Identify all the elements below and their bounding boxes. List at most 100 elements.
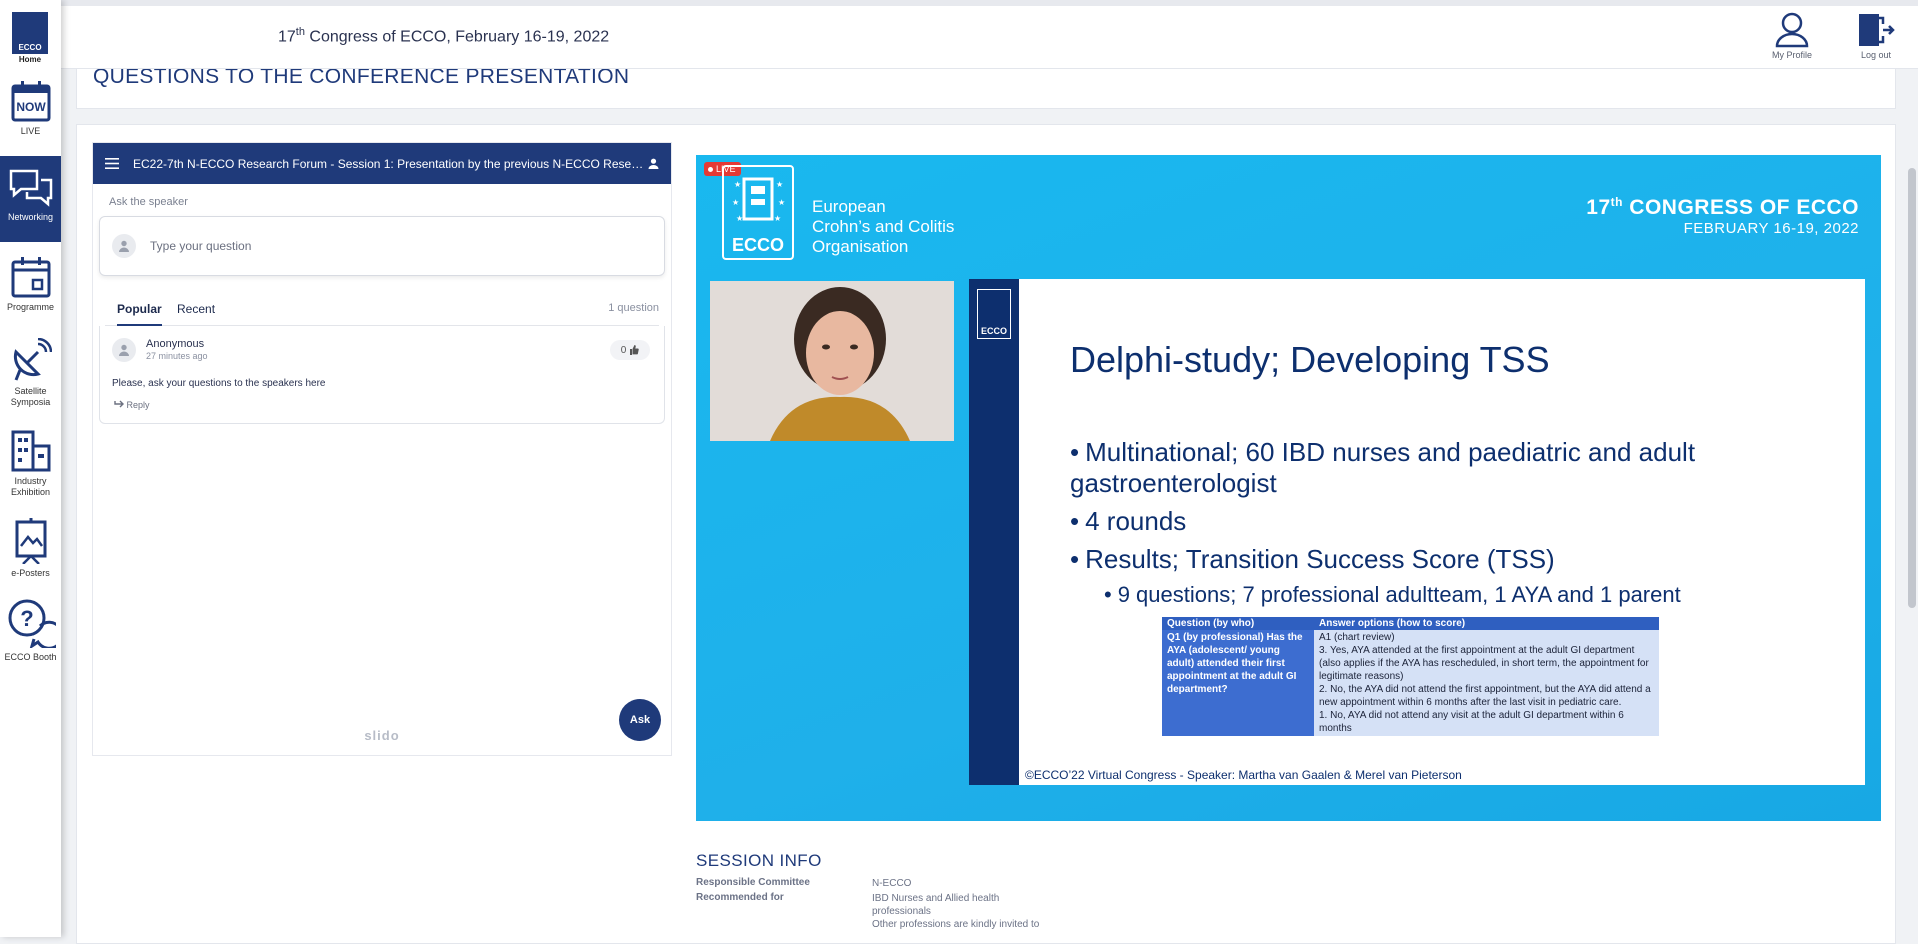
sidebar-item-programme[interactable]: Programme — [0, 256, 61, 340]
chat-bubbles-icon — [9, 169, 52, 207]
info-value: IBD Nurses and Allied health professiona… — [872, 893, 1040, 930]
user-icon[interactable] — [648, 158, 659, 169]
thumbs-up-icon — [630, 345, 639, 355]
logout-door-icon — [1859, 14, 1895, 46]
sidebar-item-label: Satellite Symposia — [10, 386, 51, 407]
slide-mini-logo: ECCO — [977, 289, 1011, 339]
user-icon — [1775, 12, 1809, 48]
svg-text:★: ★ — [734, 180, 741, 189]
reply-button[interactable]: Reply — [114, 400, 150, 410]
ask-speaker-label: Ask the speaker — [109, 196, 188, 208]
question-count: 1 question — [608, 302, 659, 314]
svg-text:★: ★ — [736, 214, 743, 223]
ecco-logo-icon: ★ ★ ★ ★ ★ ★ ECCO — [722, 165, 794, 260]
table-header: Answer options (how to score) — [1314, 617, 1659, 630]
session-info: SESSION INFO Responsible Committee N-ECC… — [696, 851, 1039, 930]
question-tabs: Popular Recent 1 question — [105, 294, 659, 326]
svg-text:?: ? — [20, 606, 33, 631]
author-name: Anonymous — [146, 338, 205, 350]
user-icon — [119, 240, 129, 252]
home-logo[interactable]: ECCO Home — [11, 12, 49, 66]
avatar — [112, 338, 136, 362]
speaker-portrait — [710, 281, 954, 441]
question-author: Anonymous 27 minutes ago — [112, 338, 208, 362]
poster-icon — [15, 518, 46, 564]
now-calendar-icon: NOW — [11, 81, 50, 122]
my-profile-button[interactable]: My Profile — [1756, 12, 1828, 60]
sidebar-item-live[interactable]: NOW LIVE — [0, 80, 61, 164]
page-scrollbar[interactable] — [1908, 168, 1916, 608]
slide-title: Delphi-study; Developing TSS — [1070, 339, 1550, 380]
slido-panel: EC22-7th N-ECCO Research Forum - Session… — [92, 142, 672, 756]
slide-bullet: 4 rounds — [1070, 506, 1830, 537]
list-item: Anonymous 27 minutes ago 0 Please, ask y… — [99, 326, 665, 424]
congress-title: 17th Congress of ECCO, February 16-19, 2… — [278, 26, 610, 46]
hamburger-menu-icon[interactable] — [105, 158, 119, 169]
question-input[interactable]: Type your question — [99, 216, 665, 276]
slide-bullet: Multinational; 60 IBD nurses and paediat… — [1070, 437, 1830, 499]
tab-recent[interactable]: Recent — [177, 302, 215, 316]
reply-arrow-icon — [114, 400, 124, 408]
reply-label: Reply — [126, 400, 150, 410]
sidebar-item-e-posters[interactable]: e-Posters — [0, 518, 61, 602]
table-header: Question (by who) — [1162, 617, 1314, 630]
sidebar-item-industry-exhibition[interactable]: Industry Exhibition — [0, 430, 61, 514]
sidebar-item-networking[interactable]: Networking — [0, 156, 61, 242]
like-count: 0 — [620, 344, 627, 356]
congress-banner: 17th CONGRESS OF ECCO FEBRUARY 16-19, 20… — [1586, 195, 1859, 237]
tab-popular[interactable]: Popular — [117, 302, 162, 326]
presentation-slide: ECCO Delphi-study; Developing TSS Multin… — [969, 279, 1865, 785]
question-placeholder: Type your question — [150, 239, 252, 253]
sidebar-item-label: LIVE — [20, 126, 41, 136]
question-text: Please, ask your questions to the speake… — [112, 378, 326, 389]
satellite-dish-icon — [13, 338, 52, 381]
logout-label: Log out — [1860, 50, 1892, 60]
slide-bullet: Results; Transition Success Score (TSS) — [1070, 544, 1830, 575]
calendar-icon — [11, 257, 50, 298]
svg-text:NOW: NOW — [16, 100, 46, 114]
organisation-name: European Crohn’s and Colitis Organisatio… — [812, 197, 955, 256]
speaker-webcam — [710, 281, 954, 441]
slide-table: Question (by who) Answer options (how to… — [1162, 617, 1659, 736]
sidebar-item-label: ECCO Booth — [4, 652, 57, 662]
svg-text:★: ★ — [776, 180, 783, 189]
sidebar-item-label: Networking — [7, 212, 54, 222]
svg-text:★: ★ — [778, 198, 785, 207]
buildings-icon — [11, 430, 50, 472]
info-value: N-ECCO — [872, 878, 912, 889]
session-info-title: SESSION INFO — [696, 851, 822, 870]
table-cell-answers: A1 (chart review) 3. Yes, AYA attended a… — [1314, 630, 1659, 736]
ask-button[interactable]: Ask — [619, 699, 661, 741]
ecco-logo-icon: ECCO — [12, 12, 48, 54]
table-header-row: Question (by who) Answer options (how to… — [1162, 617, 1659, 630]
table-row: Q1 (by professional) Has the AYA (adoles… — [1162, 630, 1659, 736]
avatar — [112, 234, 136, 258]
like-button[interactable]: 0 — [610, 340, 650, 360]
svg-text:★: ★ — [732, 198, 739, 207]
slide-bullets: Multinational; 60 IBD nurses and paediat… — [1070, 437, 1830, 615]
logo-text: ECCO — [18, 43, 42, 52]
video-player[interactable]: LIVE ★ ★ ★ ★ ★ ★ ECCO European Crohn’s and Co… — [696, 155, 1881, 821]
sidebar-item-label: Industry Exhibition — [10, 476, 51, 497]
sidebar-item-label: Programme — [6, 302, 54, 312]
slido-brand: slido — [364, 728, 400, 743]
slido-header: EC22-7th N-ECCO Research Forum - Session… — [93, 143, 671, 184]
table-cell-question: Q1 (by professional) Has the AYA (adoles… — [1162, 630, 1314, 736]
question-bubble-icon: ? — [8, 599, 56, 648]
user-icon — [119, 344, 129, 356]
svg-text:★: ★ — [774, 214, 781, 223]
slide-band: ECCO — [969, 279, 1019, 785]
logout-button[interactable]: Log out — [1840, 12, 1912, 60]
sidebar-item-ecco-booth[interactable]: ? ECCO Booth — [0, 598, 61, 682]
slido-session-title: EC22-7th N-ECCO Research Forum - Session… — [133, 156, 648, 171]
info-key: Recommended for — [696, 892, 784, 903]
sidebar-item-satellite-symposia[interactable]: Satellite Symposia — [0, 338, 61, 422]
question-time: 27 minutes ago — [146, 351, 208, 361]
slide-footer: ©ECCO’22 Virtual Congress - Speaker: Mar… — [1025, 768, 1462, 782]
sidebar-item-label: e-Posters — [11, 568, 50, 578]
info-key: Responsible Committee — [696, 877, 810, 888]
slide-sub-bullet: 9 questions; 7 professional adultteam, 1… — [1104, 582, 1830, 608]
top-header: 17th Congress of ECCO, February 16-19, 2… — [0, 0, 1918, 69]
ecco-logo-text: ECCO — [731, 235, 784, 255]
my-profile-label: My Profile — [1771, 50, 1812, 60]
